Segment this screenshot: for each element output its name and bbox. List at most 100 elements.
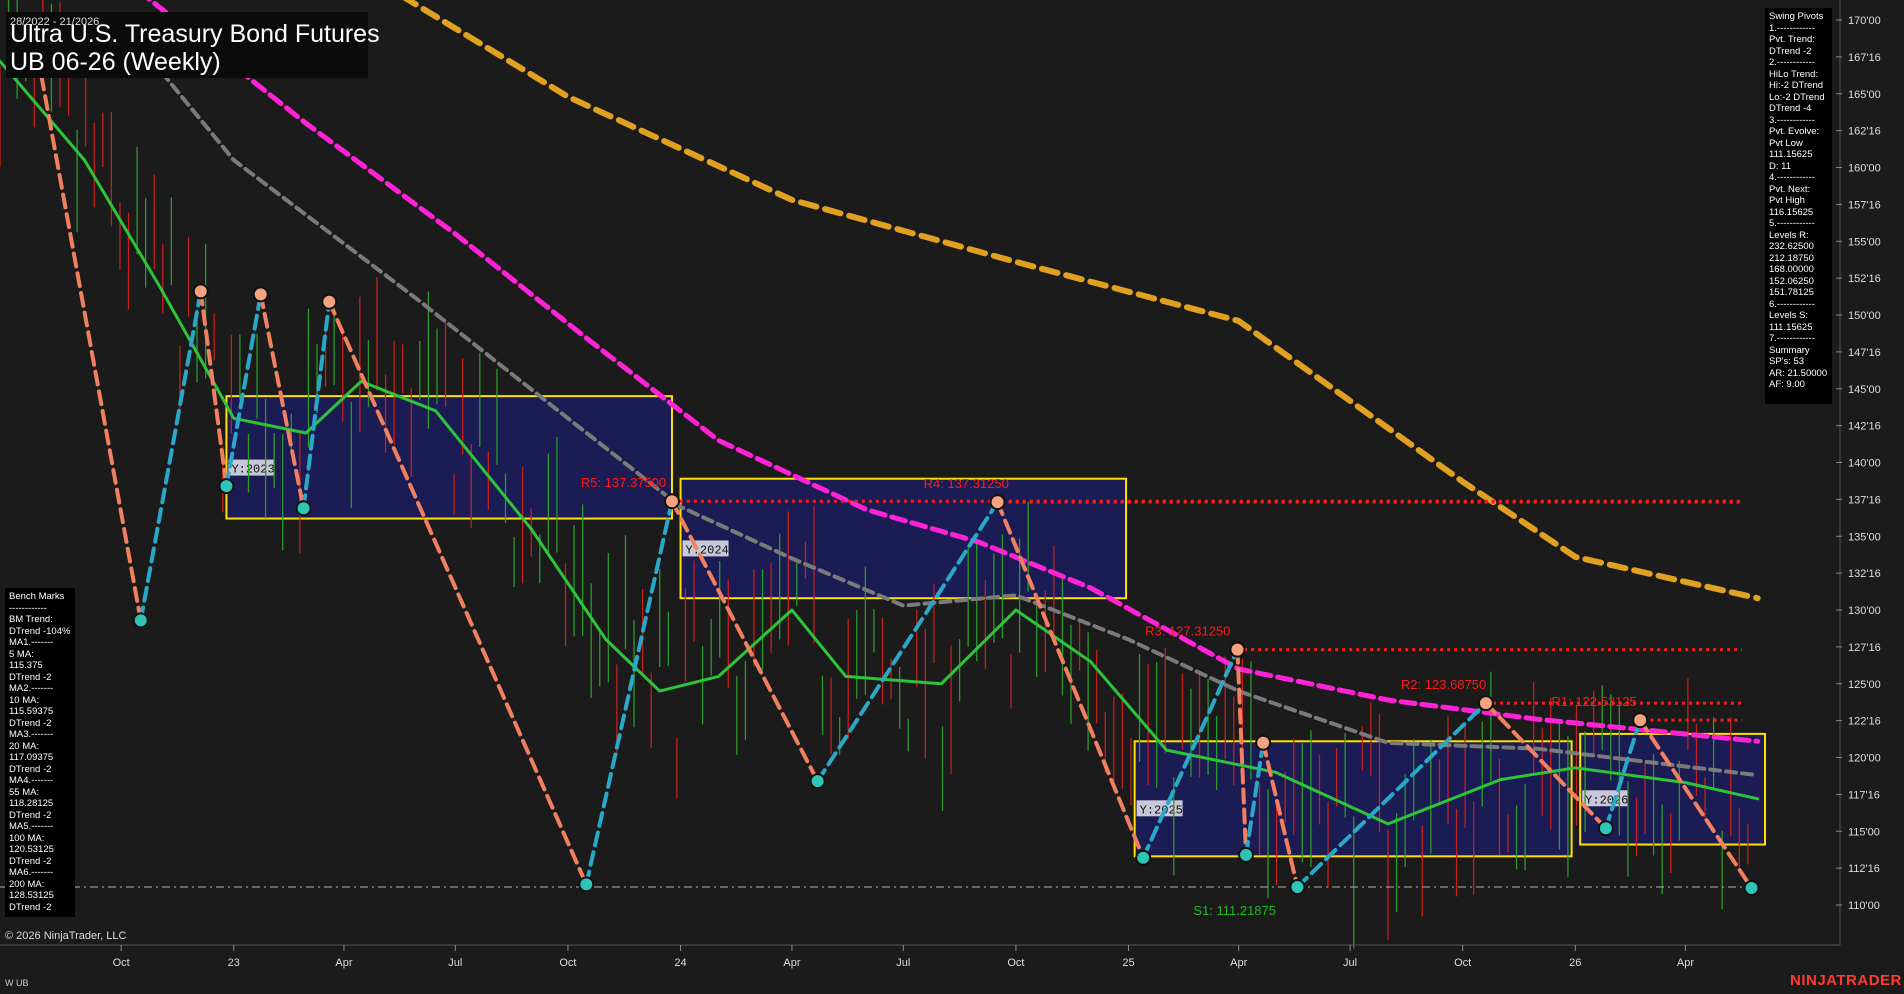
bench-marks-line: 115.375 [9, 660, 43, 671]
chart-subtitle: UB 06-26 (Weekly) [10, 48, 221, 76]
swing-pivots-line: 1.------------ [1769, 22, 1815, 34]
price-axis[interactable]: 170'00 167'16 165'00 162'16 160'00 157'16 155'… [1836, 0, 1881, 945]
pivot-high-marker [663, 493, 680, 510]
price-tick-label: 137'16 [1848, 494, 1881, 506]
bench-marks-panel: Bench Marks ------------ BM Trend: DTrend -… [5, 588, 75, 917]
price-tick-label: 150'00 [1848, 310, 1881, 322]
price-tick-label: 167'16 [1848, 52, 1881, 64]
time-tick-label: 23 [228, 957, 240, 969]
swing-pivots-line: 168.00000 [1769, 264, 1814, 275]
bench-marks-line: 5 MA: [9, 648, 34, 660]
resistance-label: R2: 123.68750 [1401, 677, 1486, 692]
bench-marks-line: Bench Marks [9, 591, 65, 602]
resistance-label: R5: 137.37500 [581, 475, 666, 490]
bench-marks-line: 20 MA: [9, 740, 40, 752]
bench-marks-line: MA4.------- [9, 775, 54, 786]
time-tick-label: Jul [1343, 957, 1357, 969]
chart-title-box: 28/2022 - 21/2026 Ultra U.S. Treasury Bo… [6, 12, 380, 78]
swing-down-line [35, 54, 143, 623]
price-tick-label: 125'00 [1848, 679, 1881, 691]
swing-pivots-line: DTrend -4 [1769, 103, 1812, 114]
swing-pivots-line: 6.------------ [1769, 298, 1815, 310]
price-tick-label: 155'00 [1848, 236, 1881, 248]
bench-marks-line: DTrend -2 [9, 671, 52, 683]
time-tick-label: Oct [113, 957, 130, 969]
bench-marks-line: 117.09375 [9, 752, 54, 763]
price-tick-label: 127'16 [1848, 642, 1881, 654]
price-tick-label: 157'16 [1848, 199, 1881, 211]
time-axis[interactable]: Oct 23 Apr Jul Oct 24 Apr Jul Oct 25 Apr Jul Oct 26 Ap… [0, 944, 1840, 969]
resistance-label: R3: 127.31250 [1145, 624, 1230, 639]
magenta-ma-line [146, 0, 1761, 744]
bench-marks-line: MA3.------- [9, 729, 54, 740]
bench-marks-line: 100 MA: [9, 832, 45, 844]
pivot-high-marker [192, 283, 209, 300]
swing-pivots-line: 116.15625 [1769, 206, 1814, 218]
year-range-boxes: Y:2023Y:2024Y:2025Y:2026 [225, 395, 1767, 858]
price-tick-label: 135'00 [1848, 531, 1881, 543]
swing-pivots-line: SP's: 53 [1769, 356, 1805, 367]
price-tick-label: 142'16 [1848, 421, 1881, 433]
bench-marks-line: 115.59375 [9, 706, 54, 717]
swing-pivots-line: 7.------------ [1769, 333, 1815, 344]
resistance-label: R1: 122.53125 [1551, 694, 1636, 709]
pivot-low-marker [1597, 820, 1614, 837]
bench-marks-line: DTrend -2 [9, 763, 52, 775]
pivot-high-marker [321, 293, 338, 310]
swing-pivots-line: Levels R: [1769, 229, 1809, 241]
bench-marks-line: MA1.------- [9, 637, 54, 648]
bench-marks-line: DTrend -104% [9, 625, 71, 637]
swing-pivots-line: HiLo Trend: [1769, 68, 1819, 80]
bench-marks-line: 200 MA: [9, 878, 45, 890]
swing-pivots-line: 4.------------ [1769, 172, 1815, 183]
price-tick-label: 120'00 [1848, 753, 1881, 765]
swing-pivots-line: Pvt. Next: [1769, 183, 1811, 195]
swing-pivots-line: 212.18750 [1769, 252, 1814, 264]
swing-pivots-line: Pvt. Trend: [1769, 34, 1815, 45]
time-tick-label: Oct [1454, 957, 1471, 969]
pivot-low-marker [578, 876, 595, 893]
swing-pivots-line: D: 11 [1769, 160, 1792, 172]
swing-pivots-line: 5.------------ [1769, 218, 1815, 229]
pivot-high-marker [1632, 712, 1649, 729]
price-tick-label: 162'16 [1848, 126, 1881, 138]
pivot-low-marker [132, 612, 149, 629]
time-tick-label: Oct [1007, 957, 1024, 969]
pivot-high-marker [1255, 734, 1272, 751]
bench-marks-line: 118.28125 [9, 798, 54, 809]
price-tick-label: 147'16 [1848, 347, 1881, 359]
resistance-label: R4: 137.31250 [924, 476, 1009, 491]
time-tick-label: Apr [1677, 957, 1694, 969]
time-tick-label: 24 [674, 957, 686, 969]
bench-marks-line: DTrend -2 [9, 809, 52, 821]
time-tick-label: Jul [896, 957, 910, 969]
time-tick-label: Jul [448, 957, 462, 969]
price-tick-label: 130'00 [1848, 605, 1881, 617]
swing-pivots-line: 111.15625 [1769, 321, 1813, 333]
price-tick-label: 110'00 [1848, 900, 1880, 912]
price-tick-label: 170'00 [1848, 15, 1881, 27]
swing-up-line [584, 499, 674, 887]
swing-pivots-line: 3.------------ [1769, 114, 1815, 126]
pivot-high-marker [989, 494, 1006, 511]
bench-marks-line: MA5.------- [9, 821, 54, 832]
swing-pivots-line: Lo:-2 DTrend [1769, 91, 1825, 103]
swing-pivots-line: 152.06250 [1769, 275, 1814, 287]
year-label: Y:2023 [231, 463, 274, 477]
price-tick-label: 132'16 [1848, 568, 1881, 580]
pivot-high-marker [1229, 641, 1246, 658]
swing-pivots-line: 111.15625 [1769, 149, 1813, 160]
bench-marks-line: 55 MA: [9, 786, 40, 798]
bench-marks-line: MA6.------- [9, 867, 54, 878]
pivot-low-marker [1238, 846, 1255, 863]
time-tick-label: Oct [559, 957, 576, 969]
price-chart[interactable]: Y:2023Y:2024Y:2025Y:2026 R5: 137.37500 R4… [0, 0, 1904, 994]
swing-pivots-line: AF: 9.00 [1769, 379, 1805, 390]
swing-pivots-line: Pvt High [1769, 195, 1805, 206]
swing-pivots-line: Pvt. Evolve: [1769, 126, 1820, 137]
swing-up-line [138, 289, 203, 623]
price-tick-label: 122'16 [1848, 716, 1881, 728]
price-tick-label: 165'00 [1848, 89, 1881, 101]
price-tick-label: 140'00 [1848, 458, 1881, 470]
pivot-high-marker [252, 286, 269, 303]
